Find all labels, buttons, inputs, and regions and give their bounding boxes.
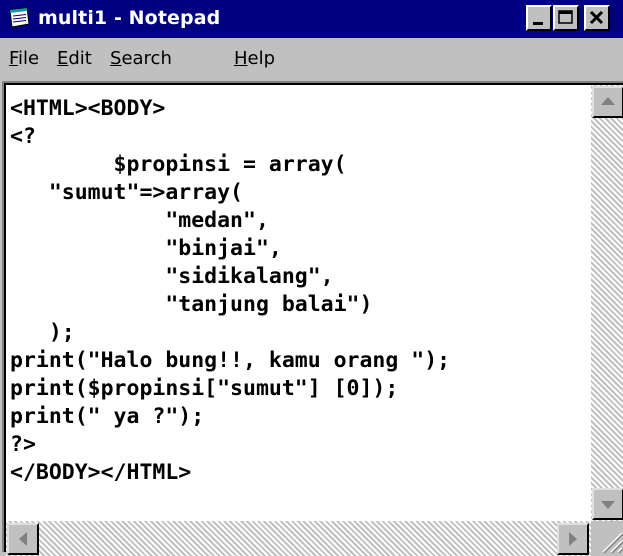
menu-edit[interactable]: Edit	[57, 48, 92, 69]
minimize-icon	[533, 22, 543, 25]
arrow-right-icon	[569, 532, 577, 546]
menu-help[interactable]: Help	[234, 48, 275, 69]
horizontal-scrollbar[interactable]	[6, 521, 591, 556]
window-title: multi1 - Notepad	[38, 7, 221, 29]
arrow-up-icon	[601, 97, 615, 105]
scroll-down-button[interactable]	[592, 488, 623, 520]
notepad-window: multi1 - Notepad File Edit Search Help <…	[0, 0, 623, 556]
size-grip[interactable]	[591, 521, 623, 556]
minimize-button[interactable]	[526, 5, 552, 31]
editor-frame: <HTML><BODY> <? $propinsi = array( "sumu…	[2, 81, 623, 556]
arrow-down-icon	[601, 501, 615, 509]
scroll-left-button[interactable]	[7, 523, 39, 555]
maximize-button[interactable]	[553, 5, 579, 31]
close-icon	[589, 10, 604, 25]
maximize-icon	[558, 10, 573, 24]
menu-search[interactable]: Search	[110, 48, 172, 69]
resize-grip-icon	[602, 532, 623, 554]
title-bar[interactable]: multi1 - Notepad	[0, 0, 623, 38]
close-button[interactable]	[584, 5, 610, 31]
arrow-left-icon	[19, 532, 27, 546]
vertical-scrollbar[interactable]	[591, 85, 623, 521]
text-editor[interactable]: <HTML><BODY> <? $propinsi = array( "sumu…	[4, 83, 623, 556]
notepad-icon[interactable]	[7, 6, 31, 30]
scroll-right-button[interactable]	[557, 523, 589, 555]
scroll-up-button[interactable]	[592, 86, 623, 118]
menu-file[interactable]: File	[9, 48, 39, 69]
editor-text[interactable]: <HTML><BODY> <? $propinsi = array( "sumu…	[10, 95, 450, 487]
menu-bar: File Edit Search Help	[0, 38, 623, 80]
